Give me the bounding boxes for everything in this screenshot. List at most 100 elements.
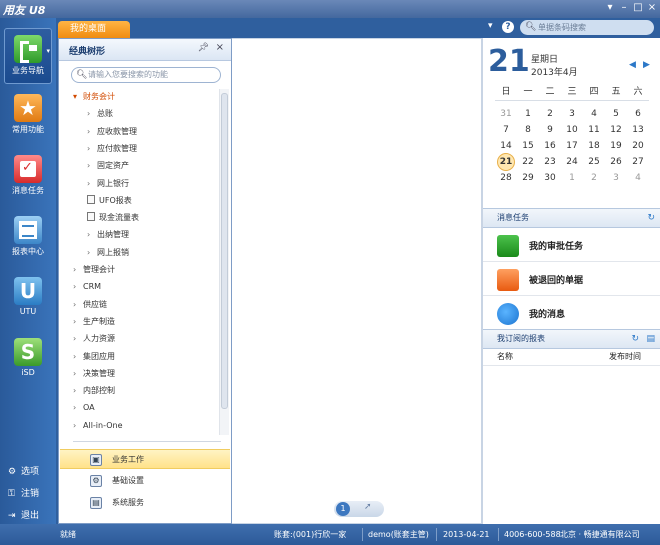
function-search-input[interactable]: 🔍︎ 请输入您要搜索的功能 (71, 67, 221, 83)
tree-node[interactable]: › 网上银行 (87, 176, 129, 191)
calendar-day-cell[interactable]: 23 (539, 154, 561, 170)
calendar-day-cell[interactable]: 1 (517, 106, 539, 122)
calendar-day-cell[interactable]: 16 (539, 138, 561, 154)
calendar-day-cell[interactable]: 30 (539, 170, 561, 186)
calendar-day-cell[interactable]: 19 (605, 138, 627, 154)
help-icon[interactable]: ? (502, 21, 514, 33)
tree-node[interactable]: ▾ 财务会计 (73, 89, 115, 104)
chevron-right-icon[interactable]: › (87, 158, 97, 173)
tree-node[interactable]: › 供应链 (73, 297, 107, 312)
tree-node[interactable]: › CRM (73, 279, 101, 294)
chevron-right-icon[interactable]: › (73, 366, 83, 381)
close-button[interactable]: × (646, 2, 658, 14)
refresh-icon[interactable]: ↻ (647, 209, 655, 227)
minimize-button[interactable]: – (618, 2, 630, 14)
calendar-day-cell[interactable]: 18 (583, 138, 605, 154)
tree-node[interactable]: UFO报表 (87, 193, 132, 208)
chevron-right-icon[interactable]: › (73, 279, 83, 294)
calendar-day-cell[interactable]: 28 (495, 170, 517, 186)
message-item-my-messages[interactable]: 我的消息 (483, 297, 660, 330)
tab-list-dropdown-icon[interactable]: ▾ (488, 21, 493, 31)
chevron-right-icon[interactable]: › (73, 331, 83, 346)
workspace-link[interactable]: ▣ 业务工作 (60, 449, 230, 469)
tree-node[interactable]: › 生产制造 (73, 314, 115, 329)
calendar-day-cell[interactable]: 3 (561, 106, 583, 122)
menu-dropdown-icon[interactable]: ▾ (604, 2, 616, 14)
options-button[interactable]: ⚙ 选项 (8, 464, 39, 477)
calendar-day-cell[interactable]: 14 (495, 138, 517, 154)
calendar-day-cell[interactable]: 4 (583, 106, 605, 122)
chevron-right-icon[interactable]: › (73, 383, 83, 398)
tree-node[interactable]: › OA (73, 400, 95, 415)
calendar-day-cell[interactable]: 5 (605, 106, 627, 122)
tree-node[interactable]: › 管理会计 (73, 262, 115, 277)
calendar-day-cell[interactable]: 7 (495, 122, 517, 138)
chevron-down-icon[interactable]: ▾ (46, 47, 50, 55)
calendar-day-cell[interactable]: 2 (583, 170, 605, 186)
calendar-day-cell[interactable]: 2 (539, 106, 561, 122)
chevron-right-icon[interactable]: › (73, 418, 83, 433)
logout-button[interactable]: ⚿ 注销 (8, 486, 39, 499)
calendar-day-cell[interactable]: 29 (517, 170, 539, 186)
page-indicator[interactable]: 1 ➚ (334, 501, 384, 517)
page-next-icon[interactable]: ➚ (364, 502, 372, 512)
chevron-right-icon[interactable]: › (73, 297, 83, 312)
refresh-icon[interactable]: ↻ (631, 330, 639, 348)
workspace-link[interactable]: ⚙ 基础设置 (60, 471, 230, 491)
calendar-day-cell[interactable]: 17 (561, 138, 583, 154)
exit-button[interactable]: ⇥ 退出 (8, 508, 39, 521)
message-item-approval[interactable]: 我的审批任务 (483, 229, 660, 262)
calendar-day-cell[interactable]: 8 (517, 122, 539, 138)
pin-icon[interactable]: 📌︎ (198, 43, 209, 53)
chevron-right-icon[interactable]: › (73, 400, 83, 415)
chevron-right-icon[interactable]: › (87, 245, 97, 260)
tree-node[interactable]: › 网上报销 (87, 245, 129, 260)
calendar-day-cell[interactable]: 11 (583, 122, 605, 138)
nav-report-center[interactable]: 报表中心 (4, 210, 52, 266)
calendar-day-cell[interactable]: 21 (497, 153, 515, 171)
tree-node[interactable]: › 固定资产 (87, 158, 129, 173)
tree-node[interactable]: › 出纳管理 (87, 227, 129, 242)
calendar-day-cell[interactable]: 1 (561, 170, 583, 186)
calendar-next-icon[interactable]: ▶ (643, 60, 650, 70)
chevron-down-icon[interactable]: ▾ (73, 89, 83, 104)
calendar-day-cell[interactable]: 25 (583, 154, 605, 170)
nav-message-tasks[interactable]: 消息任务 (4, 149, 52, 205)
calendar-day-cell[interactable]: 6 (627, 106, 649, 122)
chevron-right-icon[interactable]: › (87, 227, 97, 242)
tree-scrollbar[interactable] (219, 89, 229, 435)
chevron-right-icon[interactable]: › (73, 314, 83, 329)
tree-node[interactable]: › All-in-One (73, 418, 123, 433)
calendar-day-cell[interactable]: 27 (627, 154, 649, 170)
calendar-day-cell[interactable]: 13 (627, 122, 649, 138)
tree-node[interactable]: › 集团应用 (73, 349, 115, 364)
tree-node[interactable]: 现金流量表 (87, 210, 139, 225)
calendar-day-cell[interactable]: 31 (495, 106, 517, 122)
workspace-link[interactable]: ▤ 系统服务 (60, 493, 230, 513)
barcode-search-input[interactable]: 🔍︎ 单据条码搜索 (520, 20, 654, 35)
calendar-day-cell[interactable]: 9 (539, 122, 561, 138)
calendar-day-cell[interactable]: 3 (605, 170, 627, 186)
scrollbar-thumb[interactable] (221, 93, 228, 409)
maximize-button[interactable]: □ (632, 2, 644, 14)
calendar-prev-icon[interactable]: ◀ (629, 60, 636, 70)
nav-utu[interactable]: U UTU (4, 271, 52, 327)
chevron-right-icon[interactable]: › (87, 176, 97, 191)
tab-my-desktop[interactable]: 我的桌面 (58, 21, 130, 38)
calendar-day-cell[interactable]: 10 (561, 122, 583, 138)
calendar-day-cell[interactable]: 20 (627, 138, 649, 154)
chevron-right-icon[interactable]: › (87, 124, 97, 139)
close-icon[interactable]: × (216, 42, 224, 53)
calendar-day-cell[interactable]: 22 (517, 154, 539, 170)
calendar-day-cell[interactable]: 12 (605, 122, 627, 138)
chevron-right-icon[interactable]: › (87, 106, 97, 121)
nav-isd[interactable]: S iSD (4, 332, 52, 388)
message-item-returned[interactable]: 被退回的单据 (483, 263, 660, 296)
tree-node[interactable]: › 内部控制 (73, 383, 115, 398)
nav-common-functions[interactable]: ★ 常用功能 (4, 88, 52, 144)
tree-node[interactable]: › 应付款管理 (87, 141, 137, 156)
calendar-day-cell[interactable]: 15 (517, 138, 539, 154)
page-number[interactable]: 1 (336, 502, 350, 516)
calendar-day-cell[interactable]: 4 (627, 170, 649, 186)
tree-node[interactable]: › 人力资源 (73, 331, 115, 346)
